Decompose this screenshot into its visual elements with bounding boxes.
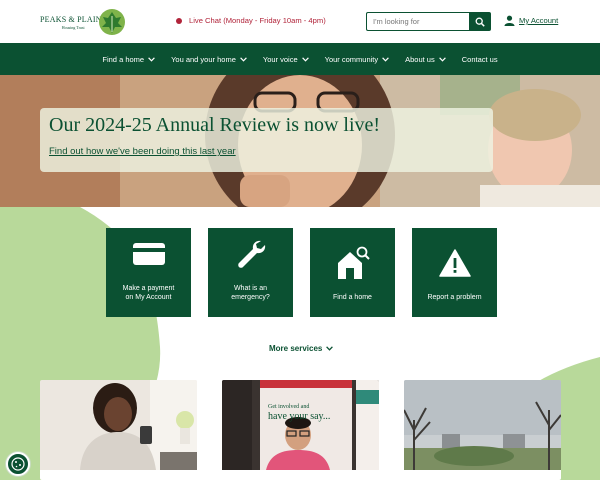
warning-icon [438,248,471,277]
logo-name: PEAKS & PLAINS [40,14,107,24]
hero-link[interactable]: Find out how we've been doing this last … [49,146,236,157]
nav-item-your-community[interactable]: Your community [325,55,390,64]
hero-callout: Our 2024-25 Annual Review is now live! F… [40,108,493,172]
service-tiles: Make a payment on My Account What is an … [106,228,497,317]
chevron-down-icon [301,56,309,62]
nav-label: About us [405,54,435,64]
news-card[interactable] [404,380,561,480]
my-account-label: My Account [519,16,559,25]
site-logo[interactable]: PEAKS & PLAINS Housing Trust [40,8,126,36]
search-form [366,12,491,31]
search-input[interactable] [366,12,469,31]
nav-item-find-a-home[interactable]: Find a home [102,55,155,64]
nav-item-about-us[interactable]: About us [405,55,446,64]
tile-make-a-payment[interactable]: Make a payment on My Account [106,228,191,317]
card-photo [222,380,379,470]
nav-label: Find a home [102,54,145,64]
wrench-icon [237,240,265,268]
chevron-down-icon [240,56,247,62]
house-search-icon [337,246,370,279]
user-icon [504,15,515,26]
more-services-button[interactable]: More services [269,344,334,353]
tile-label: What is an emergency? [231,285,270,301]
nav-item-you-and-your-home[interactable]: You and your home [171,55,247,64]
more-services-label: More services [269,344,323,353]
logo-text: PEAKS & PLAINS Housing Trust [40,15,106,30]
cookie-icon [11,457,25,471]
leaf-logo-icon [99,9,125,35]
nav-item-contact-us[interactable]: Contact us [462,55,498,64]
live-chat-label: Live Chat (Monday - Friday 10am - 4pm) [189,16,326,25]
tile-what-is-an-emergency[interactable]: What is an emergency? [208,228,293,317]
sign-line: Get involved and [268,404,310,410]
chevron-down-icon [382,56,389,62]
tile-find-a-home[interactable]: Find a home [310,228,395,317]
nav-item-your-voice[interactable]: Your voice [263,55,309,64]
chevron-down-icon [438,56,446,62]
hero-title: Our 2024-25 Annual Review is now live! [49,114,381,136]
sign-line: have your say... [268,411,331,422]
chevron-down-icon [148,56,155,62]
live-chat-link[interactable]: Live Chat (Monday - Friday 10am - 4pm) [176,16,326,25]
card-icon [132,243,165,265]
logo-subtitle: Housing Trust [61,24,85,30]
card-sign: Get involved and have your say... [268,404,344,422]
main-nav: Find a home You and your home Your voice… [0,43,600,75]
site-header: PEAKS & PLAINS Housing Trust Live Chat (… [0,0,600,43]
card-photo [40,380,197,470]
tile-label: Find a home [333,293,372,301]
cookie-settings-button[interactable] [6,452,30,476]
hero-banner: Our 2024-25 Annual Review is now live! F… [0,75,600,207]
nav-label: Contact us [461,54,498,64]
nav-label: Your community [324,54,379,64]
chevron-down-icon [326,346,334,351]
nav-label: Your voice [262,54,298,64]
news-card[interactable] [40,380,197,480]
tile-label: Report a problem [427,293,482,301]
tile-report-a-problem[interactable]: Report a problem [412,228,497,317]
live-status-dot [176,17,182,24]
news-card[interactable]: Get involved and have your say... [222,380,379,480]
search-icon [475,17,485,27]
card-photo [404,380,561,470]
search-button[interactable] [469,12,491,31]
my-account-link[interactable]: My Account [504,15,558,26]
nav-label: You and your home [171,54,236,64]
tile-label: Make a payment on My Account [122,285,175,301]
